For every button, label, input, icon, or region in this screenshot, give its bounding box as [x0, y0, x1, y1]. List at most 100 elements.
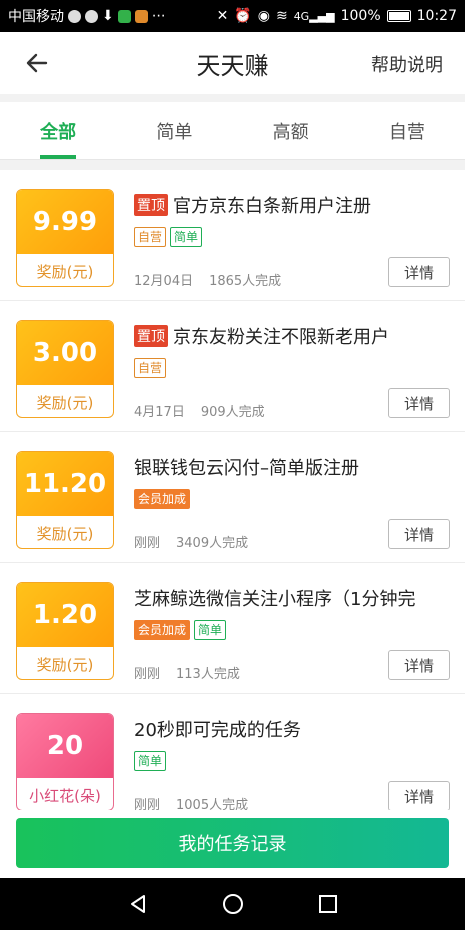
- back-button[interactable]: [20, 46, 54, 80]
- tag-self-operated: 自营: [134, 358, 167, 378]
- detail-button[interactable]: 详情: [388, 257, 450, 287]
- reward-amount: 11.20: [17, 452, 113, 516]
- header: 天天赚 帮助说明: [0, 32, 465, 94]
- reward-badge: 3.00 奖励(元): [16, 320, 114, 418]
- task-item[interactable]: 3.00 奖励(元) 置顶 京东友粉关注不限新老用户 自营 4月17日 909人…: [0, 301, 465, 432]
- arrow-left-icon: [26, 53, 48, 73]
- task-title: 芝麻鲸选微信关注小程序（1分钟完: [134, 585, 451, 611]
- detail-button[interactable]: 详情: [388, 388, 450, 418]
- task-meta: 4月17日 909人完成: [134, 401, 265, 420]
- page-title: 天天赚: [196, 51, 269, 80]
- task-meta: 12月04日 1865人完成: [134, 270, 281, 289]
- reward-badge: 1.20 奖励(元): [16, 582, 114, 680]
- network-label: 4G: [293, 9, 310, 23]
- alarm-icon: ⏰: [234, 8, 252, 24]
- reward-unit: 奖励(元): [36, 524, 94, 543]
- task-info: 银联钱包云闪付–简单版注册 会员加成: [134, 454, 451, 509]
- task-tags: 简单: [134, 751, 451, 771]
- wifi-icon: ≋: [275, 8, 288, 24]
- task-tags: 自营 简单: [134, 227, 451, 247]
- task-title-text: 京东友粉关注不限新老用户: [173, 327, 389, 348]
- tag-simple: 简单: [134, 751, 167, 771]
- task-title: 20秒即可完成的任务: [134, 716, 451, 742]
- tag-member-bonus: 会员加成: [134, 620, 191, 640]
- tag-simple: 简单: [194, 620, 227, 640]
- carrier-label: 中国移动: [8, 9, 64, 25]
- task-date: 12月04日: [134, 274, 194, 289]
- tag-simple: 简单: [170, 227, 203, 247]
- tag-self-operated: 自营: [134, 227, 167, 247]
- tab-self-operated[interactable]: 自营: [349, 102, 465, 159]
- task-completed-count: 113人完成: [176, 667, 240, 682]
- task-date: 4月17日: [134, 405, 185, 420]
- task-date: 刚刚: [134, 536, 161, 551]
- reward-amount: 9.99: [17, 190, 113, 254]
- status-bar: 中国移动 ⬇ ⋯ ✕ ⏰ ◉ ≋ 4G▂▄▆ 100% 10:27: [0, 0, 465, 32]
- task-item[interactable]: 1.20 奖励(元) 芝麻鲸选微信关注小程序（1分钟完 会员加成 简单 刚刚 1…: [0, 563, 465, 694]
- task-meta: 刚刚 1005人完成: [134, 794, 248, 810]
- eye-icon: ◉: [257, 8, 270, 24]
- reward-amount: 1.20: [17, 583, 113, 647]
- nav-back-button[interactable]: [125, 891, 151, 917]
- reward-unit: 奖励(元): [36, 262, 94, 281]
- status-bar-right: ✕ ⏰ ◉ ≋ 4G▂▄▆ 100% 10:27: [217, 8, 457, 24]
- detail-button[interactable]: 详情: [388, 781, 450, 810]
- help-link[interactable]: 帮助说明: [371, 51, 443, 77]
- my-task-records-button[interactable]: 我的任务记录: [16, 818, 449, 868]
- more-notifications-icon: ⋯: [151, 8, 166, 24]
- task-info: 置顶 官方京东白条新用户注册 自营 简单: [134, 192, 451, 247]
- detail-button[interactable]: 详情: [388, 519, 450, 549]
- task-item[interactable]: 20 小红花(朵) 20秒即可完成的任务 简单 刚刚 1005人完成 详情: [0, 694, 465, 810]
- nav-recents-button[interactable]: [315, 891, 341, 917]
- pinned-badge: 置顶: [134, 325, 168, 347]
- task-title: 置顶 京东友粉关注不限新老用户: [134, 323, 451, 349]
- reward-amount: 3.00: [17, 321, 113, 385]
- triangle-back-icon: [130, 895, 145, 913]
- task-info: 20秒即可完成的任务 简单: [134, 716, 451, 771]
- mute-icon: ✕: [216, 8, 229, 24]
- message-icon: [85, 9, 98, 23]
- task-tags: 会员加成: [134, 489, 451, 509]
- reward-amount: 20: [17, 714, 113, 778]
- signal-icon: 4G▂▄▆: [293, 9, 335, 23]
- nav-home-button[interactable]: [220, 891, 246, 917]
- task-title: 置顶 官方京东白条新用户注册: [134, 192, 451, 218]
- tag-member-bonus: 会员加成: [134, 489, 191, 509]
- lock-icon: [68, 9, 81, 23]
- system-nav-bar: [0, 878, 465, 930]
- task-title: 银联钱包云闪付–简单版注册: [134, 454, 451, 480]
- reward-unit: 奖励(元): [36, 393, 94, 412]
- task-date: 刚刚: [134, 667, 161, 682]
- task-completed-count: 909人完成: [200, 405, 265, 420]
- status-bar-left: 中国移动 ⬇ ⋯: [8, 6, 217, 26]
- reward-badge: 11.20 奖励(元): [16, 451, 114, 549]
- square-recents-icon: [318, 895, 337, 913]
- tab-bar: 全部 简单 高额 自营: [0, 102, 465, 160]
- task-title-text: 20秒即可完成的任务: [134, 720, 301, 741]
- tab-simple[interactable]: 简单: [116, 102, 232, 159]
- circle-home-icon: [222, 894, 243, 914]
- task-meta: 刚刚 3409人完成: [134, 532, 248, 551]
- battery-percent: 100%: [340, 8, 381, 24]
- tab-all[interactable]: 全部: [0, 102, 116, 159]
- app-notification-icon: [117, 9, 131, 23]
- task-title-text: 芝麻鲸选微信关注小程序（1分钟完: [134, 589, 416, 610]
- download-icon: ⬇: [102, 8, 114, 24]
- task-date: 刚刚: [134, 798, 161, 810]
- task-tags: 会员加成 简单: [134, 620, 451, 640]
- tab-high-amount[interactable]: 高额: [233, 102, 349, 159]
- reward-badge: 9.99 奖励(元): [16, 189, 114, 287]
- task-info: 芝麻鲸选微信关注小程序（1分钟完 会员加成 简单: [134, 585, 451, 640]
- clock: 10:27: [416, 8, 457, 24]
- task-title-text: 银联钱包云闪付–简单版注册: [134, 458, 359, 479]
- task-completed-count: 3409人完成: [176, 536, 249, 551]
- reward-unit: 小红花(朵): [29, 786, 101, 805]
- task-item[interactable]: 11.20 奖励(元) 银联钱包云闪付–简单版注册 会员加成 刚刚 3409人完…: [0, 432, 465, 563]
- task-list: 9.99 奖励(元) 置顶 官方京东白条新用户注册 自营 简单 12月04日 1…: [0, 170, 465, 810]
- pinned-badge: 置顶: [134, 194, 168, 216]
- task-completed-count: 1865人完成: [209, 274, 282, 289]
- task-completed-count: 1005人完成: [176, 798, 249, 810]
- battery-icon: [386, 10, 411, 22]
- detail-button[interactable]: 详情: [388, 650, 450, 680]
- task-item[interactable]: 9.99 奖励(元) 置顶 官方京东白条新用户注册 自营 简单 12月04日 1…: [0, 170, 465, 301]
